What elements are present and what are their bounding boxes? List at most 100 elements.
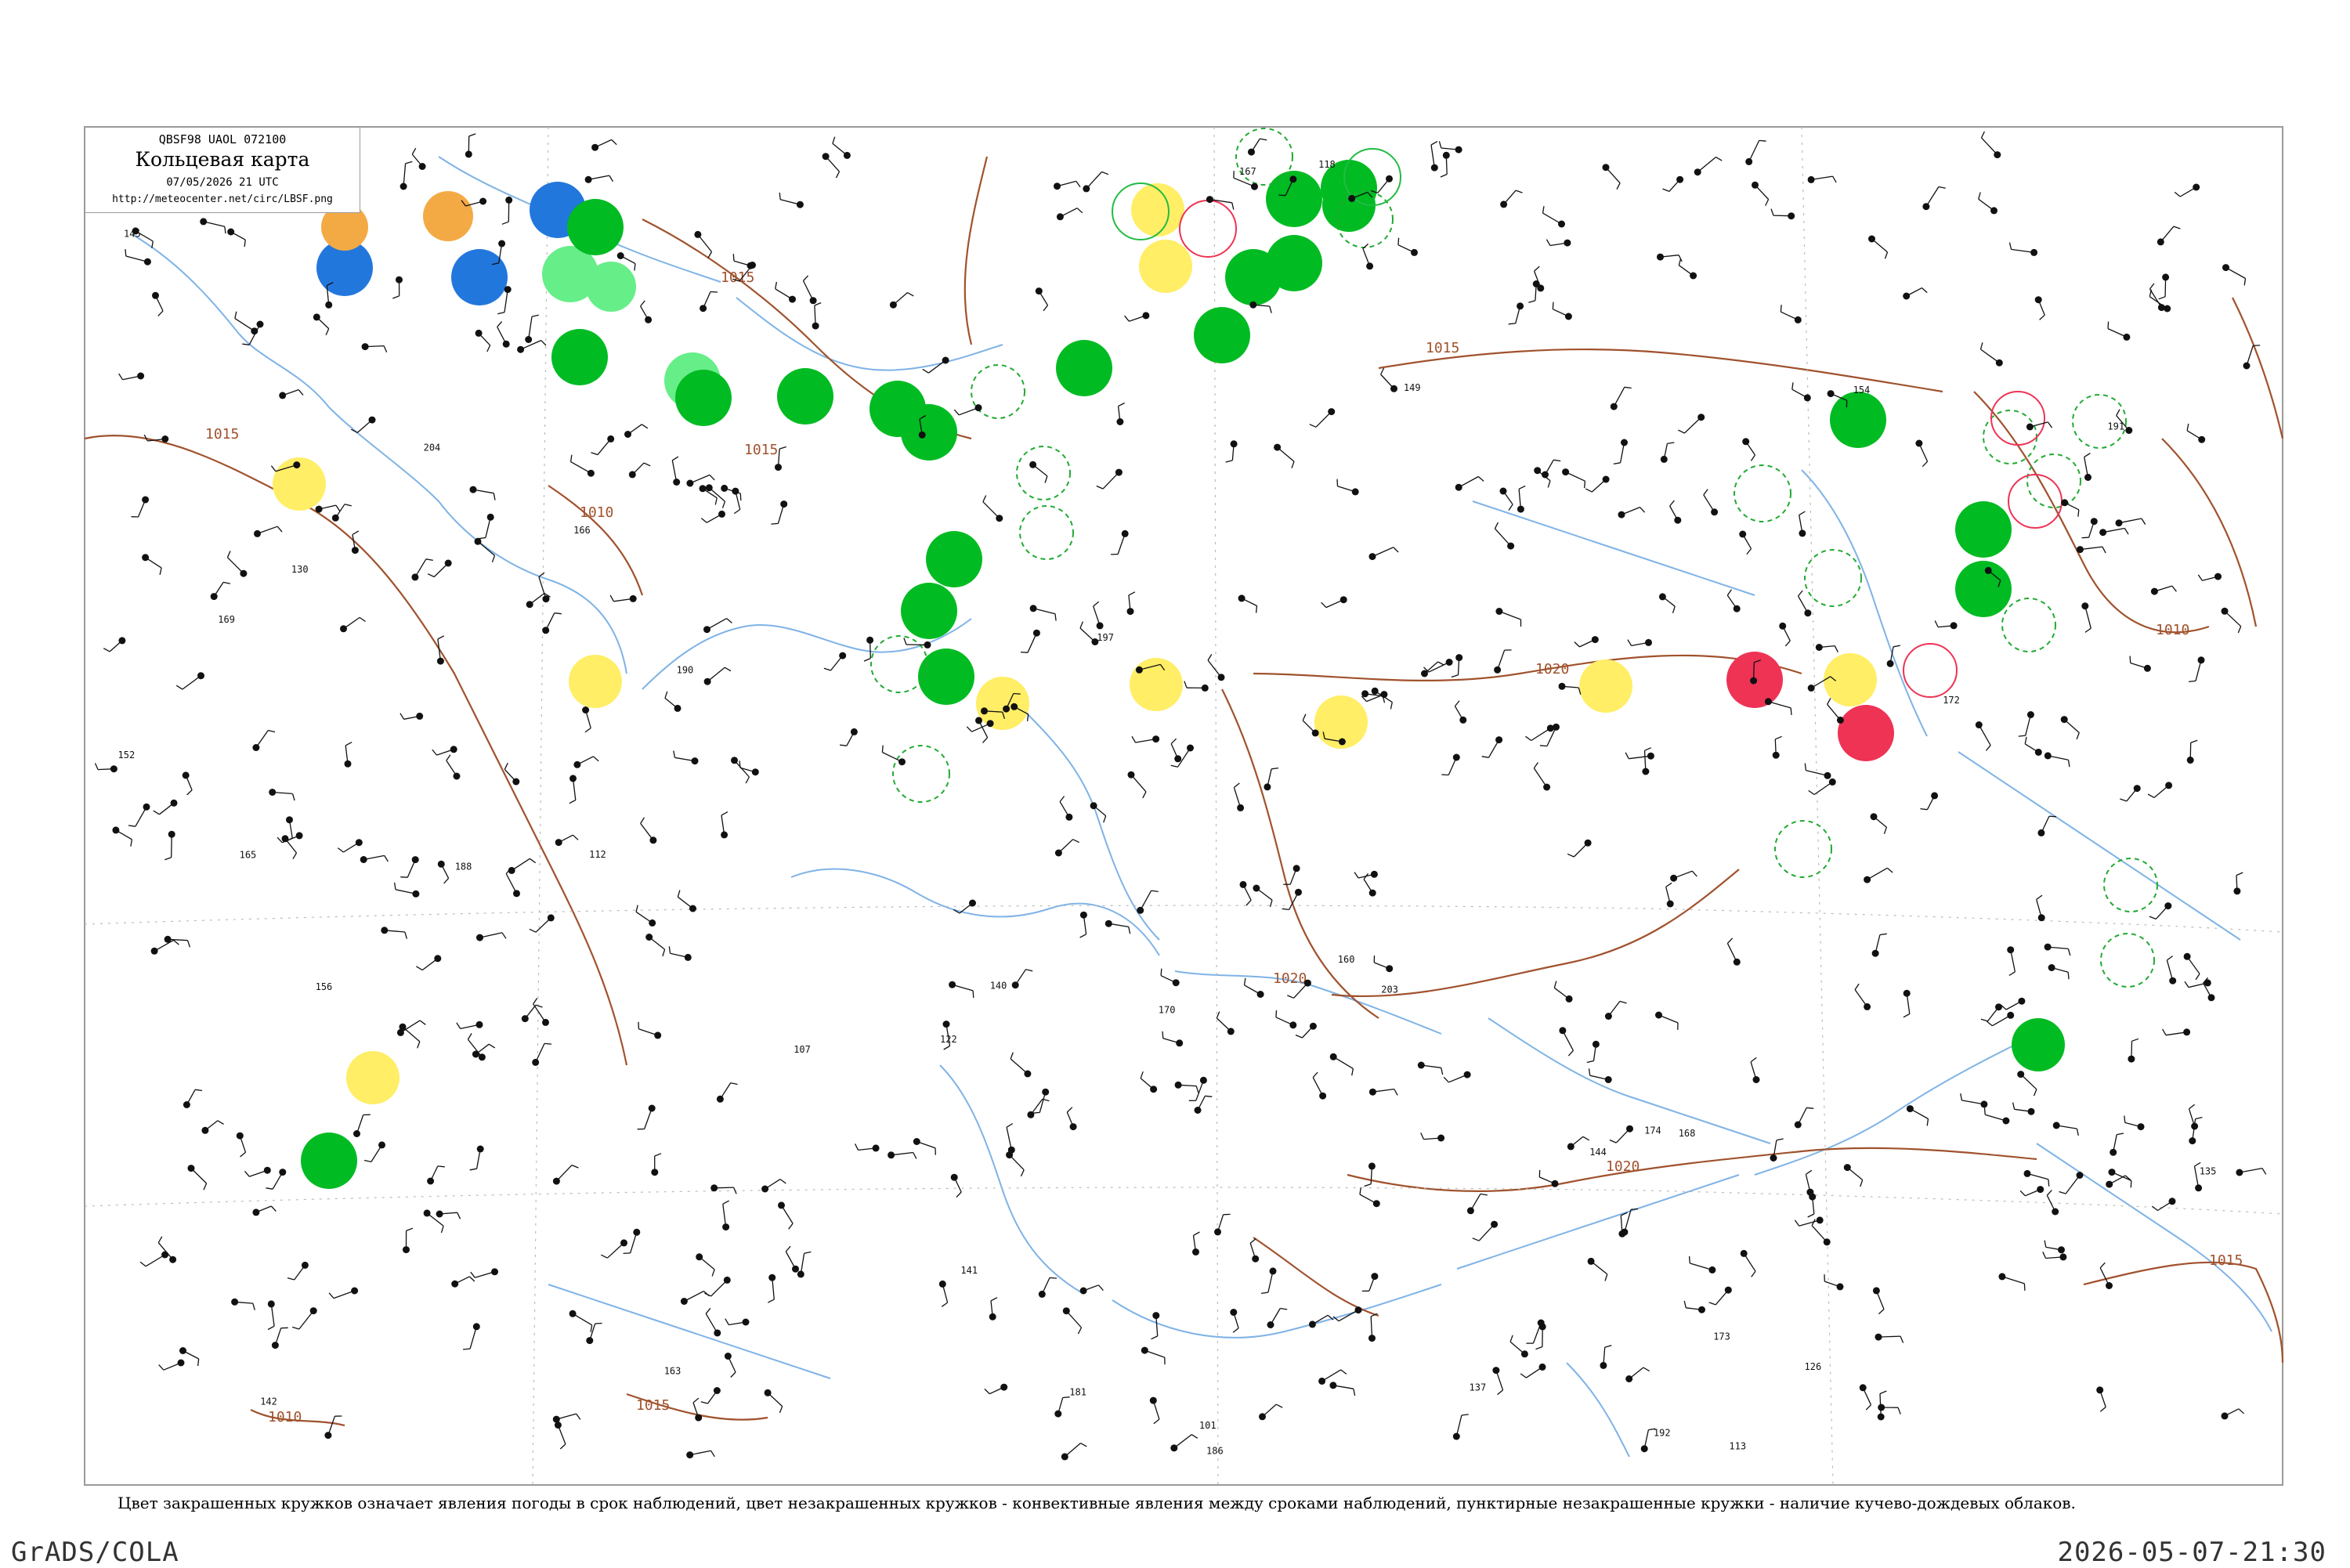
wind-barb-feather: [400, 877, 407, 878]
rain-circle: [918, 649, 974, 705]
wind-barb-feather: [2024, 1284, 2025, 1291]
wind-barb-feather: [2130, 656, 2131, 663]
station-value: 170: [1159, 1004, 1176, 1015]
isobar-label: 1015: [636, 1397, 670, 1414]
rain-circle: [926, 531, 982, 587]
rain-circle: [1830, 392, 1886, 448]
station-value: 107: [794, 1044, 811, 1055]
wind-barb-feather: [1161, 969, 1162, 976]
isobar-label: 1020: [1606, 1158, 1640, 1175]
snow-circle: [451, 249, 508, 305]
station-value: 165: [240, 849, 257, 860]
wind-barb-feather: [1631, 1209, 1638, 1210]
station-value: 130: [291, 564, 309, 575]
wind-barb-staff: [1773, 215, 1791, 216]
isobar-label: 1020: [1535, 661, 1569, 677]
drizzle-circle: [1139, 240, 1192, 293]
station-value: 118: [1318, 159, 1336, 170]
wind-barb-feather: [1256, 606, 1257, 613]
wind-barb-feather: [2049, 816, 2056, 817]
rain-circle: [1056, 340, 1112, 396]
title-box: QBSF98 UAOL 072100 Кольцевая карта 07/05…: [85, 127, 360, 213]
rain-circle: [675, 370, 732, 426]
wind-barb-feather: [710, 292, 718, 293]
station-value: 145: [124, 229, 141, 240]
station-value: 140: [990, 981, 1007, 992]
wind-barb-feather: [2108, 322, 2109, 329]
drizzle-circle: [1579, 659, 1632, 713]
station-value: 135: [2200, 1165, 2217, 1176]
isobar-label: 1010: [2156, 622, 2189, 638]
isobar-label: 1020: [1273, 970, 1307, 987]
station-value: 197: [1097, 632, 1114, 643]
station-value: 191: [2107, 421, 2124, 432]
station-value: 190: [677, 664, 694, 675]
wind-barb-feather: [1278, 195, 1285, 196]
station-value: 144: [1589, 1147, 1607, 1158]
station-value: 141: [960, 1265, 978, 1276]
rain-circle: [1194, 307, 1250, 363]
wind-barb-feather: [1050, 1277, 1057, 1278]
station-value: 122: [940, 1034, 957, 1045]
station-value: 167: [1239, 166, 1256, 177]
station-value: 156: [316, 981, 333, 992]
station-dot: [1804, 394, 1811, 401]
wind-barb-feather: [1759, 140, 1766, 141]
station-value: 154: [1853, 385, 1871, 396]
station-value: 203: [1381, 984, 1398, 995]
wind-barb-feather: [125, 249, 126, 256]
wind-barb-feather: [2048, 1180, 2049, 1187]
station-value: 101: [1199, 1420, 1217, 1431]
wind-barb-staff: [2236, 876, 2237, 891]
drizzle-circle: [976, 677, 1029, 730]
station-value: 181: [1069, 1387, 1086, 1398]
wind-barb-feather: [1063, 1397, 1070, 1398]
isobar-label: 1015: [1426, 340, 1459, 356]
station-value: 188: [455, 861, 472, 872]
drizzle-circle: [346, 1051, 400, 1104]
source-url[interactable]: http://meteocenter.net/circ/LBSF.png: [85, 193, 360, 205]
light-rain-circle: [586, 262, 636, 312]
rain-circle: [1266, 235, 1322, 291]
wind-barb-feather: [1162, 1031, 1163, 1039]
station-value: 169: [218, 614, 235, 625]
station-value: 112: [589, 849, 606, 860]
wind-barb-feather: [624, 1253, 631, 1254]
station-value: 126: [1805, 1361, 1822, 1372]
wind-barb-feather: [2082, 537, 2089, 538]
wind-barb-staff: [1775, 739, 1776, 755]
wind-barb-staff: [1446, 155, 1447, 174]
wind-barb-staff: [98, 769, 114, 770]
rain-circle: [777, 368, 833, 425]
wind-barb-feather: [1337, 479, 1338, 486]
isobar-label: 1010: [268, 1409, 302, 1425]
station-value: 192: [1654, 1427, 1671, 1438]
isobar-label: 1015: [744, 442, 778, 458]
station-value: 168: [1679, 1128, 1696, 1139]
wind-barb-feather: [2253, 345, 2260, 346]
rain-circle: [1955, 501, 2012, 558]
wind-barb-feather: [1276, 1010, 1277, 1017]
weather-map: 1015 1015 1015 1010 1015 1020 1020 1020 …: [0, 0, 2350, 1566]
station-value: 152: [118, 750, 136, 761]
rain-circle: [551, 329, 608, 385]
station-value: 142: [260, 1396, 277, 1407]
wind-barb-feather: [771, 523, 778, 524]
wind-barb-feather: [739, 761, 740, 768]
drizzle-circle: [1824, 653, 1877, 706]
station-value: 174: [1644, 1125, 1661, 1136]
wind-barb-feather: [1398, 238, 1399, 245]
station-value: 160: [1338, 954, 1355, 965]
wind-barb-staff: [2131, 1041, 2132, 1059]
drizzle-circle: [1131, 183, 1184, 237]
observation-datetime: 07/05/2026 21 UTC: [85, 176, 360, 189]
rain-circle: [901, 404, 957, 461]
map-frame: [85, 127, 2283, 1485]
wind-barb-feather: [740, 493, 741, 500]
rain-circle: [1955, 561, 2012, 617]
isobar-label: 1015: [205, 426, 239, 443]
legend-caption: Цвет закрашенных кружков означает явлени…: [0, 1494, 2193, 1512]
wind-barb-feather: [2068, 972, 2069, 979]
map-title: Кольцевая карта: [85, 148, 360, 171]
drizzle-circle: [569, 655, 622, 708]
